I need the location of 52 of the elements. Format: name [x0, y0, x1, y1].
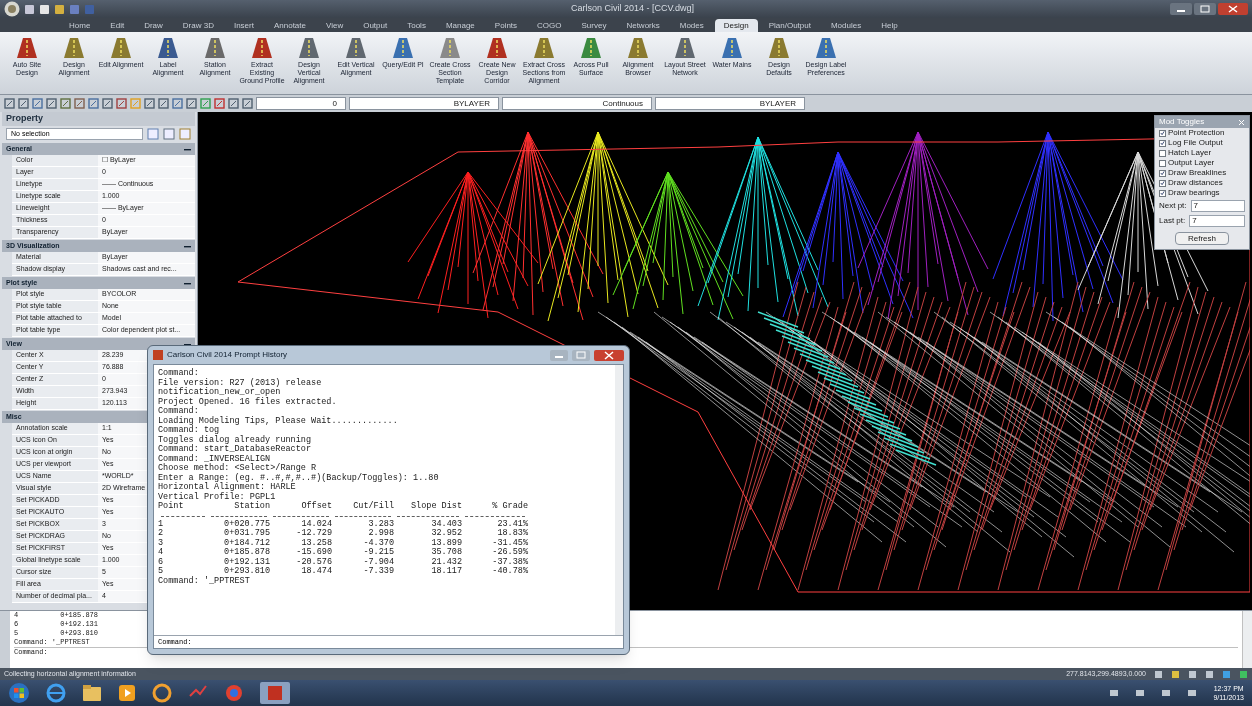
table-cell-text: -20.576 [295, 557, 332, 567]
table-cell-text: 14.024 [300, 519, 332, 529]
field-label: Last pt: [1159, 214, 1186, 227]
table-cell-text: -15.690 [295, 548, 332, 558]
checkbox-label: Draw Breaklines [1168, 167, 1227, 179]
table-cell-text: 4 [158, 548, 165, 558]
table-cell-text: 0+185.878 [223, 548, 270, 558]
column-header: Cut/Fill [352, 502, 394, 512]
table-cell-text: 34.403 [430, 519, 462, 529]
table-cell-text: 0+293.810 [223, 567, 270, 576]
table-cell-text: -37.38% [491, 557, 528, 567]
table-cell-text: 2.998 [367, 529, 394, 539]
checkbox-label: Hatch Layer [1168, 147, 1212, 159]
table-cell-text: -31.45% [491, 538, 528, 548]
column-header: Offset [300, 502, 332, 512]
table-cell-text: -7.904 [362, 557, 394, 567]
table-cell-text: 32.952 [430, 529, 462, 539]
column-header: Slope Dist [410, 502, 462, 512]
window-title: Carlson Civil 2014 - [CCV.dwg] [569, 2, 696, 16]
table-cell-text: 0+192.131 [223, 557, 270, 567]
table-cell-text: 18.83% [496, 529, 528, 539]
checkbox-label: Draw distances [1168, 177, 1223, 189]
table-cell-text: 23.41% [496, 519, 528, 529]
table-cell-text: 18.117 [430, 567, 462, 577]
column-header: % Grade [491, 502, 528, 512]
field-label: Next pt: [1159, 199, 1187, 212]
table-cell-text: -9.215 [362, 548, 394, 558]
table-cell-text: -4.370 [362, 538, 394, 548]
checkbox-label: Draw bearings [1168, 187, 1220, 199]
column-header: Station [233, 502, 270, 512]
table-cell-text: 0+184.712 [223, 538, 270, 548]
panel-title: Mod Toggles [1159, 116, 1206, 128]
table-cell-text: 2 [158, 529, 165, 539]
table-cell-text: -40.78% [491, 567, 528, 577]
table-cell-text: 0+031.795 [223, 529, 270, 539]
table-cell-text: 3.283 [367, 519, 394, 529]
checkbox-label: Point Protection [1168, 127, 1225, 139]
checkbox-label: Output Layer [1168, 157, 1215, 169]
table-cell-text: 0+020.775 [223, 519, 270, 529]
table-cell-text: 5 [158, 567, 165, 576]
table-cell-text: -12.729 [295, 529, 332, 539]
table-cell-text: -26.59% [491, 548, 528, 558]
table-cell-text: -7.339 [362, 567, 394, 577]
checkbox-label: Log File Output [1168, 137, 1223, 149]
table-cell-text: 13.899 [430, 538, 462, 548]
table-cell-text: 13.258 [300, 538, 332, 548]
table-cell-text: 21.432 [430, 557, 462, 567]
table-cell-text: 1 [158, 519, 165, 529]
table-cell-text: 35.708 [430, 548, 462, 558]
table-cell-text: 6 [158, 557, 165, 567]
panel-title: Property [2, 112, 195, 126]
table-cell-text: 18.474 [300, 567, 332, 577]
